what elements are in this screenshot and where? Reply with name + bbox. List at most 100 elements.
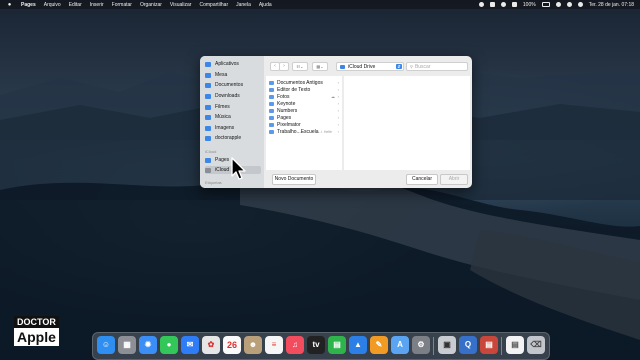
folder-icon [269, 108, 274, 113]
list-item[interactable]: Documentos Antigos › [269, 79, 341, 86]
music-icon [205, 114, 211, 120]
cancel-button[interactable]: Cancelar [406, 174, 438, 185]
sidebar-item-documentos[interactable]: Documentos [205, 81, 261, 89]
finder-icon[interactable]: ☺ [97, 336, 115, 354]
dock: ☺ ▦ ✹ ● ✉ ✿ 26 ☻ ≡ ♫ tv ▤ ▲ ✎ A ⚙ ▣ Q ▤ … [92, 332, 550, 360]
safari-icon[interactable]: ✹ [139, 336, 157, 354]
apple-menu-icon[interactable]: ● [6, 2, 13, 8]
menu-clock[interactable]: Ter. 28 de jan. 07:18 [589, 2, 634, 8]
file-name: Documentos Antigos [277, 79, 323, 86]
dialog-toolbar: ‹ › ☷⌄ ▦⌄ iCloud Drive ⇵ ⚲ Buscar [264, 56, 472, 76]
forward-button[interactable]: › [279, 62, 289, 71]
file-name: Pixelmator [277, 121, 301, 128]
mail-icon[interactable]: ✉ [181, 336, 199, 354]
sidebar-item-label: Aplicativos [215, 61, 239, 67]
list-item[interactable]: Keynote › [269, 100, 341, 107]
battery-icon[interactable] [541, 2, 550, 7]
home-icon [205, 135, 211, 141]
sidebar-item-label: Filmes [215, 104, 230, 110]
menu-formatar[interactable]: Formatar [112, 2, 132, 8]
menu-arquivo[interactable]: Arquivo [44, 2, 61, 8]
file-name: Fotos [277, 93, 290, 100]
chevron-right-icon: › [337, 129, 339, 134]
pages-icon[interactable]: ✎ [370, 336, 388, 354]
photos-icon[interactable]: ✿ [202, 336, 220, 354]
chevron-right-icon: › [337, 80, 339, 85]
folder-icon [340, 64, 345, 69]
trash-icon[interactable]: ⌫ [527, 336, 545, 354]
control-center-icon[interactable] [577, 2, 583, 7]
sidebar-item-aplicativos[interactable]: Aplicativos [205, 60, 261, 68]
preview-icon[interactable]: ▣ [438, 336, 456, 354]
sidebar-item-downloads[interactable]: Downloads [205, 92, 261, 100]
menu-visualizar[interactable]: Visualizar [170, 2, 192, 8]
numbers-icon[interactable]: ▤ [328, 336, 346, 354]
display-icon[interactable] [489, 2, 495, 7]
search-field[interactable]: ⚲ Buscar [406, 62, 468, 71]
sidebar-item-label: Imagens [215, 125, 235, 131]
keynote-icon[interactable]: ▲ [349, 336, 367, 354]
menu-app-name[interactable]: Pages [21, 2, 36, 8]
dock-separator [433, 337, 434, 355]
volume-icon[interactable] [511, 2, 517, 7]
screen-record-icon[interactable] [478, 2, 484, 7]
sidebar-item-musica[interactable]: Música [205, 113, 261, 121]
sidebar-section-icloud: iCloud [205, 149, 217, 154]
sidebar-item-filmes[interactable]: Filmes [205, 103, 261, 111]
system-preferences-icon[interactable]: ⚙ [412, 336, 430, 354]
music-icon[interactable]: ♫ [286, 336, 304, 354]
reminders-icon[interactable]: ≡ [265, 336, 283, 354]
folder-icon [269, 101, 274, 106]
menu-organizar[interactable]: Organizar [140, 2, 162, 8]
app-store-icon[interactable]: A [391, 336, 409, 354]
list-item[interactable]: Fotos ☁ › [269, 93, 341, 100]
cloud-icon: ☁ [331, 94, 335, 99]
sidebar-item-doctorapple[interactable]: doctorapple [205, 134, 261, 142]
menu-compartilhar[interactable]: Compartilhar [199, 2, 228, 8]
messages-icon[interactable]: ● [160, 336, 178, 354]
list-item[interactable]: Editor de Texto › [269, 86, 341, 93]
location-select[interactable]: iCloud Drive ⇵ [336, 62, 404, 71]
pictures-icon [205, 125, 211, 131]
spotlight-search-icon[interactable] [566, 2, 572, 7]
sidebar-item-label: doctorapple [215, 135, 242, 141]
file-name: Trabalho...Escuela [277, 128, 319, 135]
view-options-button[interactable]: ▦⌄ [312, 62, 328, 71]
channel-logo: DOCTOR Apple [14, 316, 64, 348]
dock-separator [501, 337, 502, 355]
bluetooth-icon[interactable] [500, 2, 506, 7]
sidebar-item-label: Mesa [215, 72, 228, 78]
sidebar-item-label: Pages [215, 157, 230, 163]
view-columns-button[interactable]: ☷⌄ [292, 62, 308, 71]
sidebar-item-mesa[interactable]: Mesa [205, 71, 261, 79]
list-item[interactable]: Pages › [269, 114, 341, 121]
folder-icon [269, 80, 274, 85]
cloud-icon [205, 167, 211, 173]
folder-icon [269, 94, 274, 99]
menu-bar: ● Pages Arquivo Editar Inserir Formatar … [0, 0, 640, 9]
document-icon[interactable]: ▤ [506, 336, 524, 354]
menu-editar[interactable]: Editar [69, 2, 82, 8]
menu-inserir[interactable]: Inserir [90, 2, 104, 8]
menu-janela[interactable]: Janela [236, 2, 251, 8]
contacts-icon[interactable]: ☻ [244, 336, 262, 354]
folder-icon [269, 129, 274, 134]
books-icon[interactable]: ▤ [480, 336, 498, 354]
file-column: Documentos Antigos › Editor de Texto › F… [266, 76, 342, 170]
calendar-icon[interactable]: 26 [223, 336, 241, 354]
new-document-button[interactable]: Novo Documento [272, 174, 316, 185]
quicktime-icon[interactable]: Q [459, 336, 477, 354]
chevron-right-icon: › [337, 101, 339, 106]
shared-owner-label: ...l. Helfe [318, 129, 332, 134]
open-button[interactable]: Abrir [440, 174, 468, 185]
sidebar-item-imagens[interactable]: Imagens [205, 124, 261, 132]
list-item[interactable]: Numbers › [269, 107, 341, 114]
chevron-right-icon: › [337, 115, 339, 120]
tv-icon[interactable]: tv [307, 336, 325, 354]
launchpad-icon[interactable]: ▦ [118, 336, 136, 354]
preview-column [344, 76, 470, 170]
wifi-icon[interactable] [555, 2, 561, 7]
list-item[interactable]: Pixelmator › [269, 121, 341, 128]
list-item[interactable]: Trabalho...Escuela ...l. Helfe › [269, 128, 341, 135]
menu-ajuda[interactable]: Ajuda [259, 2, 272, 8]
